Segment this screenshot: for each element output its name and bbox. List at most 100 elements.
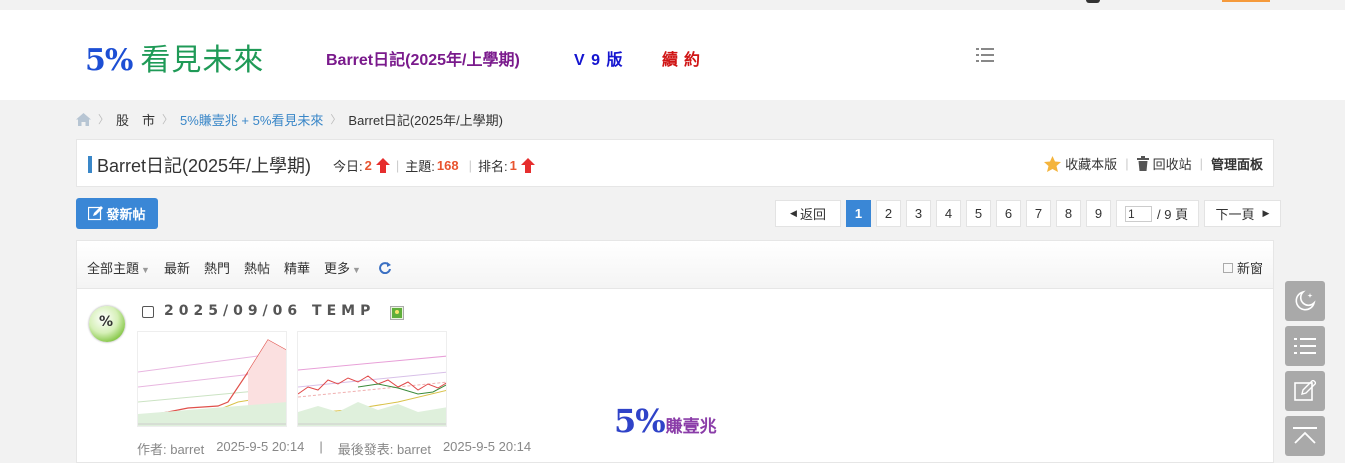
forum-title-accent	[88, 156, 92, 173]
rank-label: 排名:	[477, 159, 508, 174]
watermark-text: 賺壹兆	[665, 417, 717, 437]
pagination: ◀ 返回 1 2 3 4 5 6 7 8 9 1 / 9 頁 下一頁 ▶	[775, 200, 1281, 227]
list-icon	[1294, 338, 1316, 354]
tools-separator: |	[1125, 156, 1129, 171]
refresh-icon[interactable]	[379, 261, 391, 274]
new-post-button[interactable]: 發新帖	[76, 198, 158, 229]
image-attachment-icon	[390, 306, 404, 320]
breadcrumb-item-stock[interactable]: 股 市	[116, 110, 155, 129]
stats-separator: |	[395, 158, 400, 173]
new-post-label: 發新帖	[106, 207, 146, 222]
caret-left-icon: ◀	[790, 208, 797, 218]
back-to-top-button[interactable]	[1285, 416, 1325, 456]
filter-latest[interactable]: 最新	[164, 258, 190, 277]
thread-list: % 2025/09/06 TEMP 5% 賺壹兆 作者: barret 2025…	[76, 289, 1274, 463]
breadcrumb-separator: 〉	[162, 114, 174, 126]
breadcrumb: 〉 股 市 〉 5%賺壹兆 + 5%看見未來 〉 Barret日記(2025年/…	[76, 109, 503, 129]
meta-separator: |	[319, 439, 323, 454]
page-button-8[interactable]: 8	[1056, 200, 1081, 227]
watermark-number: 5%	[614, 402, 666, 440]
topics-label: 主題:	[405, 159, 435, 174]
thread-filter-bar: 全部主題 ▼ 最新 熱門 熱帖 精華 更多 ▼ 新窗	[76, 240, 1274, 289]
page-total-label: / 9 頁	[1157, 207, 1189, 222]
page-button-6[interactable]: 6	[996, 200, 1021, 227]
admin-panel-link[interactable]: 管理面板	[1211, 154, 1263, 173]
page-button-1[interactable]: 1	[846, 200, 871, 227]
breadcrumb-item-category[interactable]: 5%賺壹兆 + 5%看見未來	[180, 110, 323, 129]
dropdown-caret-icon: ▼	[352, 265, 361, 275]
thread-image-thumbnail[interactable]	[297, 331, 447, 427]
home-icon[interactable]	[76, 112, 91, 126]
thread-post-time: 2025-9-5 20:14	[216, 439, 305, 454]
tools-separator: |	[1199, 156, 1203, 171]
stats-separator: |	[468, 158, 472, 173]
filter-hot-posts[interactable]: 熱帖	[244, 258, 270, 277]
breadcrumb-item-current: Barret日記(2025年/上學期)	[348, 112, 504, 128]
breadcrumb-separator: 〉	[330, 114, 342, 126]
page-jump-input[interactable]: 1	[1125, 205, 1152, 222]
page-button-7[interactable]: 7	[1026, 200, 1051, 227]
today-value: 2	[364, 158, 372, 173]
trash-icon	[1136, 156, 1149, 171]
thread-author[interactable]: 作者: barret	[137, 439, 204, 458]
thread-watermark-logo: 5% 賺壹兆	[614, 402, 717, 440]
new-window-toggle[interactable]: 新窗	[1222, 258, 1263, 277]
filter-more[interactable]: 更多 ▼	[324, 258, 361, 277]
back-label: 返回	[799, 207, 826, 222]
page-button-9[interactable]: 9	[1086, 200, 1111, 227]
thread-list-button[interactable]	[1285, 326, 1325, 366]
next-label: 下一頁	[1215, 207, 1255, 222]
thread-last-post-time: 2025-9-5 20:14	[442, 439, 532, 454]
avatar-percent-mark: %	[99, 314, 114, 330]
thread-last-post[interactable]: 最後發表: barret	[338, 439, 431, 458]
page-button-4[interactable]: 4	[936, 200, 961, 227]
page-button-3[interactable]: 3	[906, 200, 931, 227]
back-to-top-icon	[1293, 427, 1317, 444]
nav-link-v9[interactable]: V 9 版	[574, 46, 623, 70]
moon-icon	[1295, 290, 1316, 311]
quick-post-button[interactable]	[1285, 371, 1325, 411]
night-mode-button[interactable]	[1285, 281, 1325, 321]
caret-right-icon: ▶	[1262, 208, 1270, 218]
top-strip	[0, 0, 1345, 10]
thread-title[interactable]: 2025/09/06 TEMP	[164, 303, 375, 319]
filter-all-topics[interactable]: 全部主題 ▼	[87, 258, 150, 277]
favorite-forum-link[interactable]: 收藏本版	[1065, 154, 1117, 173]
up-arrow-icon	[520, 158, 535, 173]
thread-select-checkbox[interactable]	[142, 306, 154, 318]
star-icon	[1044, 155, 1062, 172]
next-page-button[interactable]: 下一頁 ▶	[1204, 200, 1281, 227]
filter-more-label: 更多	[324, 261, 351, 276]
site-logo[interactable]: 5% 看見未來	[85, 35, 264, 78]
thread-image-thumbnail[interactable]	[137, 331, 287, 427]
page-button-5[interactable]: 5	[966, 200, 991, 227]
list-menu-icon[interactable]	[976, 47, 996, 63]
nav-link-renew[interactable]: 續約	[662, 46, 706, 70]
nav-link-barret-diary[interactable]: Barret日記(2025年/上學期)	[326, 46, 520, 70]
logo-number: 5%	[85, 43, 133, 78]
edit-icon	[88, 206, 104, 221]
today-label: 今日:	[333, 159, 363, 174]
new-window-label: 新窗	[1236, 261, 1263, 276]
filter-hot[interactable]: 熱門	[204, 258, 230, 277]
thread-meta: 作者: barret 2025-9-5 20:14 | 最後發表: barret…	[137, 439, 531, 458]
forum-stats: 今日: 2 | 主題: 168 | 排名: 1	[333, 156, 535, 175]
filter-all-label: 全部主題	[87, 261, 140, 276]
recycle-bin-link[interactable]: 回收站	[1153, 154, 1192, 173]
thread-filters: 全部主題 ▼ 最新 熱門 熱帖 精華 更多 ▼	[87, 258, 391, 277]
page-button-2[interactable]: 2	[876, 200, 901, 227]
rank-value: 1	[509, 158, 517, 173]
top-strip-mark	[1086, 0, 1100, 3]
top-strip-accent	[1222, 0, 1270, 2]
forum-title: Barret日記(2025年/上學期)	[97, 156, 312, 176]
site-header: 5% 看見未來 Barret日記(2025年/上學期) V 9 版 續約	[0, 10, 1345, 100]
back-button[interactable]: ◀ 返回	[775, 200, 841, 227]
filter-digest[interactable]: 精華	[284, 258, 310, 277]
avatar[interactable]: %	[89, 306, 125, 342]
logo-text: 看見未來	[140, 43, 265, 78]
topics-value: 168	[436, 158, 459, 173]
new-window-checkbox[interactable]	[1222, 262, 1233, 273]
dropdown-caret-icon: ▼	[141, 265, 150, 275]
forum-tools: 收藏本版 | 回收站 | 管理面板	[1044, 154, 1263, 173]
page-jump: 1 / 9 頁	[1116, 200, 1199, 227]
